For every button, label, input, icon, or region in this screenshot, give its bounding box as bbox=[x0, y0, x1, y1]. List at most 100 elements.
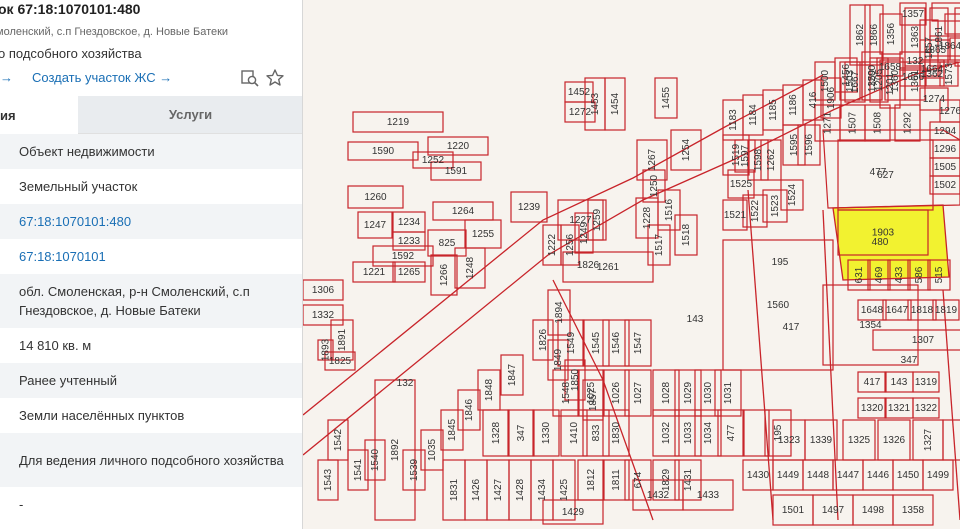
parcel-outline bbox=[931, 2, 960, 22]
row-area: 14 810 кв. м bbox=[19, 338, 92, 353]
parcel-label: 1330 bbox=[541, 421, 552, 444]
parcel-label: 1307 bbox=[912, 335, 935, 346]
parcel-label: 1829 bbox=[661, 468, 672, 491]
parcel-label: 469 bbox=[874, 266, 885, 283]
parcel-label: 1183 bbox=[728, 109, 739, 131]
parcel-label: 1233 bbox=[398, 236, 421, 247]
parcel-label: 1320 bbox=[861, 403, 884, 414]
parcel-label: 1234 bbox=[398, 217, 421, 228]
parcel-label: 1894 bbox=[554, 301, 565, 324]
parcel-label: 515 bbox=[934, 266, 945, 283]
parcel-label: 825 bbox=[439, 238, 456, 249]
parcel-outline bbox=[942, 419, 960, 461]
road-line-4 bbox=[942, 289, 960, 521]
parcel-label: 1524 bbox=[787, 183, 798, 206]
parcel-label: 1549 bbox=[566, 331, 577, 354]
parcel-label: 1272 bbox=[569, 107, 592, 118]
parcel-label: 1503 bbox=[845, 69, 856, 92]
parcel-label: 1546 bbox=[611, 331, 622, 354]
parcel-label: 1812 bbox=[586, 468, 597, 491]
parcel-label: 1267 bbox=[647, 148, 658, 171]
parcel-label: 1516 bbox=[664, 198, 675, 221]
parcel-label: 1508 bbox=[873, 111, 884, 134]
parcel-label: 1892 bbox=[390, 438, 401, 461]
parcel-label: 631 bbox=[854, 266, 865, 283]
parcel-label: 1247 bbox=[364, 220, 387, 231]
parcel-label: 1033 bbox=[683, 421, 694, 444]
parcel-label: 1325 bbox=[848, 435, 871, 446]
back-link[interactable]: → bbox=[0, 70, 13, 85]
parcel-label: 1591 bbox=[445, 166, 468, 177]
parcel-purpose: о подсобного хозяйства bbox=[0, 46, 142, 61]
parcel-label: 1595 bbox=[789, 133, 800, 156]
cadastral-map[interactable]: 1219 1590 1252 1220 1591 1260 1264 1247 1234 1233… bbox=[303, 0, 960, 529]
parcel-label: 1249 bbox=[579, 221, 590, 244]
row-status: Ранее учтенный bbox=[0, 363, 302, 398]
parcel-label: 1254 bbox=[681, 138, 692, 161]
parcel-label: 1499 bbox=[927, 470, 950, 481]
parcel-label: 1597 bbox=[740, 144, 751, 167]
parcel-label: 1522 bbox=[750, 199, 761, 222]
parcel-label: 1819 bbox=[935, 305, 958, 316]
parcel-label: 1239 bbox=[518, 202, 541, 213]
parcel-label: 1228 bbox=[642, 206, 653, 229]
parcel-label: 1248 bbox=[465, 256, 476, 279]
parcel-label: 1322 bbox=[915, 403, 938, 414]
parcel-label: 1426 bbox=[471, 478, 482, 501]
parcel-label: 1357 bbox=[902, 9, 925, 20]
parcel-label: 1831 bbox=[449, 478, 460, 501]
map-canvas[interactable]: 1219 1590 12521220 1591 1260 1264 1247 1234 1233… bbox=[303, 0, 960, 529]
parcel-label: 1502 bbox=[934, 180, 957, 191]
parcel-label: 586 bbox=[914, 266, 925, 283]
row-land-category: Земли населённых пунктов bbox=[19, 408, 185, 423]
row-cadastral-number[interactable]: 67:18:1070101:480 bbox=[0, 204, 302, 239]
parcel-label: 1262 bbox=[766, 148, 777, 171]
parcel-label: 1425 bbox=[559, 478, 570, 501]
parcel-label: 1598 bbox=[753, 148, 764, 171]
parcel-label: 1259 bbox=[592, 208, 603, 231]
parcel-label: 1306 bbox=[312, 285, 335, 296]
parcel-label: 1030 bbox=[703, 381, 714, 404]
parcel-label: 1034 bbox=[703, 421, 714, 444]
parcel-label: 1448 bbox=[807, 470, 830, 481]
row-address: обл. Смоленская, р-н Смоленский, с.п Гне… bbox=[0, 274, 302, 328]
parcel-label: 1265 bbox=[398, 267, 421, 278]
tab-info[interactable]: ия bbox=[0, 96, 78, 134]
parcel-label: 1027 bbox=[633, 381, 644, 404]
row-cadastral-quarter[interactable]: 67:18:1070101 bbox=[0, 239, 302, 274]
parcel-label: 1222 bbox=[547, 233, 558, 256]
parcel-label: 1573 bbox=[944, 62, 955, 85]
parcel-label: 1497 bbox=[822, 505, 845, 516]
parcel-label: 1256 bbox=[565, 233, 576, 256]
parcel-label: 1811 bbox=[611, 469, 622, 491]
parcel-address: моленский, с.п Гнездовское, д. Новые Бат… bbox=[0, 26, 229, 38]
parcel-label: 1846 bbox=[464, 398, 475, 421]
row-object-type: Объект недвижимости bbox=[0, 134, 302, 169]
parcel-label: 1026 bbox=[611, 381, 622, 404]
parcel-label: 1035 bbox=[427, 438, 438, 461]
parcel-label: 1361 bbox=[910, 69, 921, 92]
panel-tabs: ия Услуги bbox=[0, 96, 302, 134]
parcel-label: 1356 bbox=[886, 22, 897, 45]
parcel-label: 1501 bbox=[782, 505, 805, 516]
parcel-label: 1543 bbox=[323, 468, 334, 491]
parcel-label: 1845 bbox=[447, 418, 458, 441]
parcel-label: 1185 bbox=[768, 99, 779, 121]
parcel-label: 1893 bbox=[321, 338, 332, 361]
parcel-label: 1252 bbox=[422, 155, 445, 166]
parcel-label-195: 195 bbox=[772, 257, 789, 268]
parcel-label: 1648 bbox=[861, 305, 884, 316]
selected-parcel-label: 480 bbox=[872, 237, 889, 248]
star-icon[interactable] bbox=[265, 68, 285, 88]
parcel-label: 1847 bbox=[507, 363, 518, 386]
parcel-label: 1292 bbox=[903, 111, 914, 134]
parcel-label: 1428 bbox=[515, 478, 526, 501]
parcel-label: 143 bbox=[891, 377, 908, 388]
parcel-label: 1323 bbox=[778, 435, 801, 446]
search-on-map-icon[interactable] bbox=[240, 68, 260, 88]
create-parcel-link[interactable]: Создать участок ЖС → bbox=[32, 70, 172, 85]
parcel-label: 1032 bbox=[661, 421, 672, 444]
tab-services[interactable]: Услуги bbox=[78, 96, 302, 134]
parcel-label: 1261 bbox=[597, 262, 620, 273]
parcel-label: 1354 bbox=[859, 320, 882, 331]
